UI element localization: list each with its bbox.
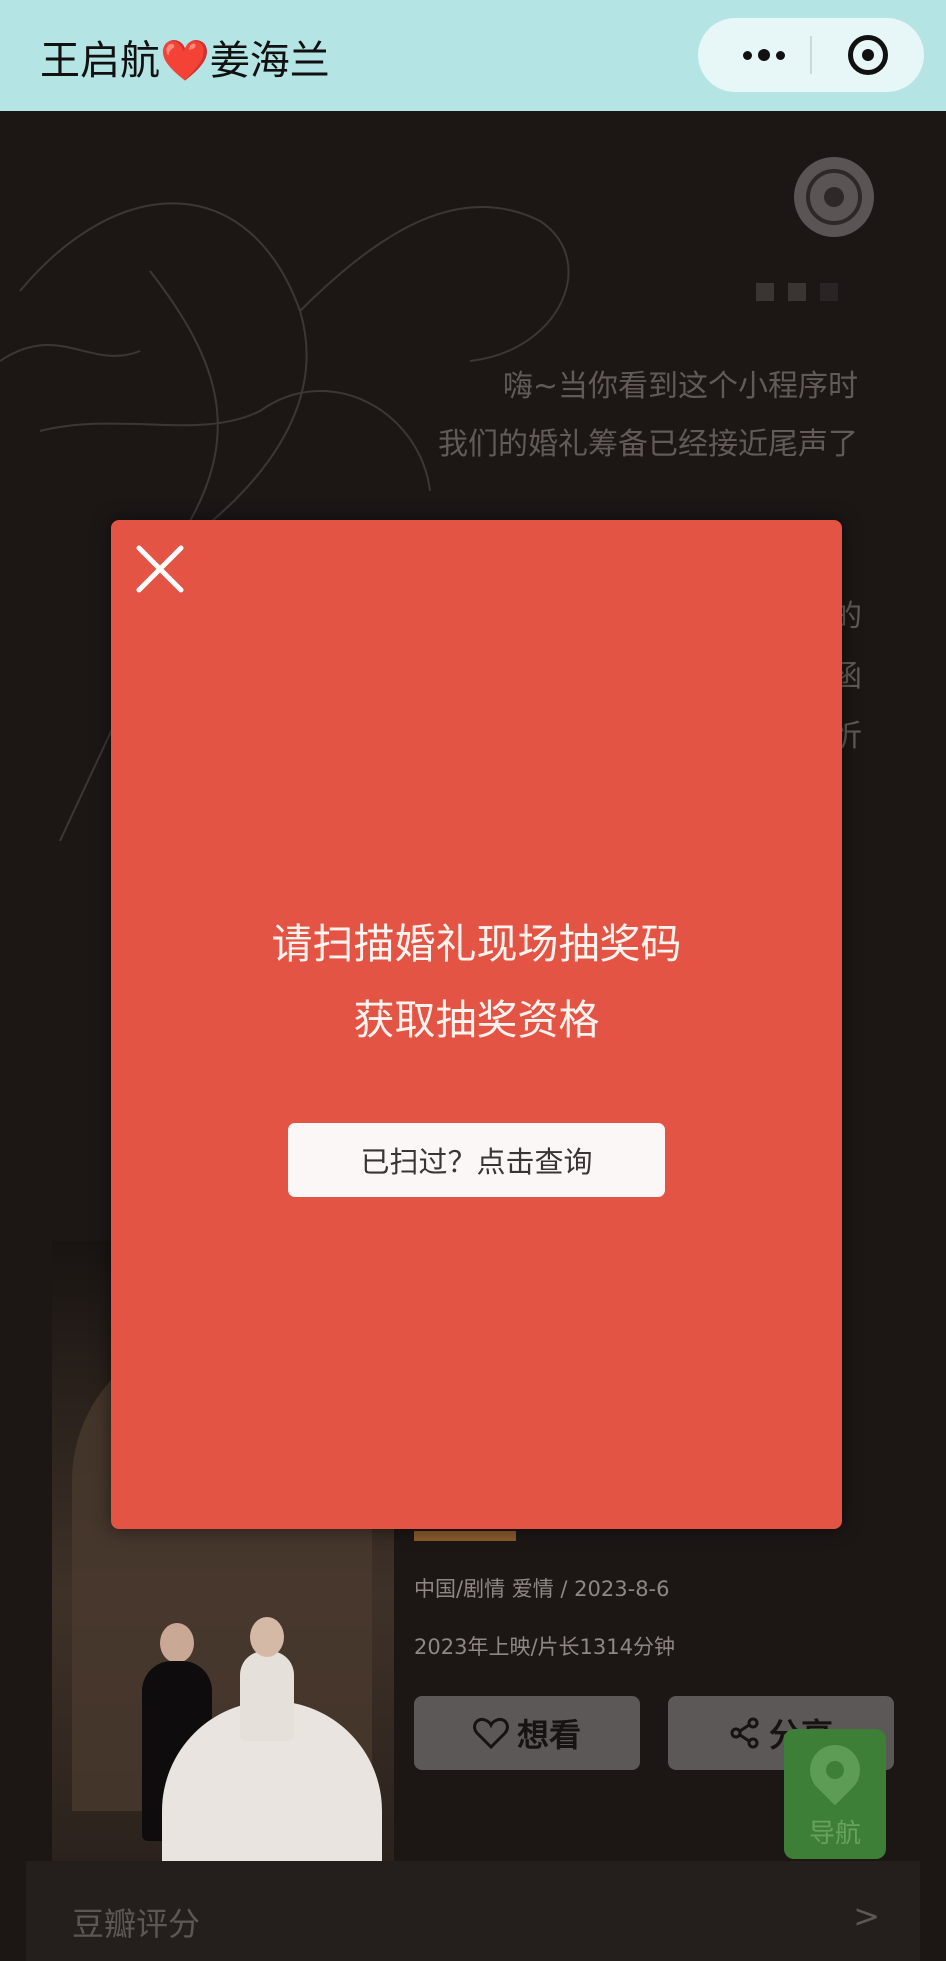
intro-line-1: 嗨~当你看到这个小程序时 xyxy=(502,369,858,404)
mini-program-capsule xyxy=(698,18,924,92)
movie-meta-1: 中国/剧情 爱情 / 2023-8-6 xyxy=(414,1577,670,1601)
navigation-label: 导航 xyxy=(808,1819,861,1849)
share-icon xyxy=(730,1717,759,1749)
modal-message-line-1: 请扫描婚礼现场抽奖码 xyxy=(271,920,682,968)
want-label: 想看 xyxy=(516,1716,581,1754)
chevron-right-icon: > xyxy=(853,1897,880,1935)
navigation-button[interactable]: 导航 xyxy=(784,1729,886,1859)
query-scan-button[interactable]: 已扫过？点击查询 xyxy=(288,1123,665,1197)
more-dots-icon[interactable] xyxy=(718,18,810,92)
indicator-dot-active xyxy=(820,283,838,301)
bride-name: 姜海兰 xyxy=(209,38,330,84)
indicator-dot xyxy=(756,283,774,301)
intro-line-2: 我们的婚礼筹备已经接近尾声了 xyxy=(438,427,858,462)
groom-name: 王启航 xyxy=(40,38,160,84)
target-circle-icon[interactable] xyxy=(848,35,888,75)
music-disc-icon[interactable] xyxy=(794,157,874,237)
carousel-indicators xyxy=(756,283,838,301)
douban-rating-row[interactable]: 豆瓣评分 > xyxy=(26,1861,920,1961)
accent-bar xyxy=(414,1531,516,1541)
movie-meta-2: 2023年上映/片长1314分钟 xyxy=(414,1635,675,1659)
location-pin-icon xyxy=(799,1734,871,1806)
douban-label: 豆瓣评分 xyxy=(72,1905,201,1943)
heart-outline-icon xyxy=(473,1717,509,1749)
close-icon[interactable] xyxy=(133,542,187,596)
modal-message-line-2: 获取抽奖资格 xyxy=(353,996,600,1044)
capsule-divider xyxy=(810,36,812,74)
lottery-modal: 请扫描婚礼现场抽奖码 获取抽奖资格 已扫过？点击查询 xyxy=(111,520,842,1529)
indicator-dot xyxy=(788,283,806,301)
want-to-see-button[interactable]: 想看 xyxy=(414,1696,640,1770)
top-bar: 王启航❤️姜海兰 xyxy=(0,0,946,111)
heart-icon: ❤️ xyxy=(160,38,210,84)
app-title: 王启航❤️姜海兰 xyxy=(40,28,330,86)
